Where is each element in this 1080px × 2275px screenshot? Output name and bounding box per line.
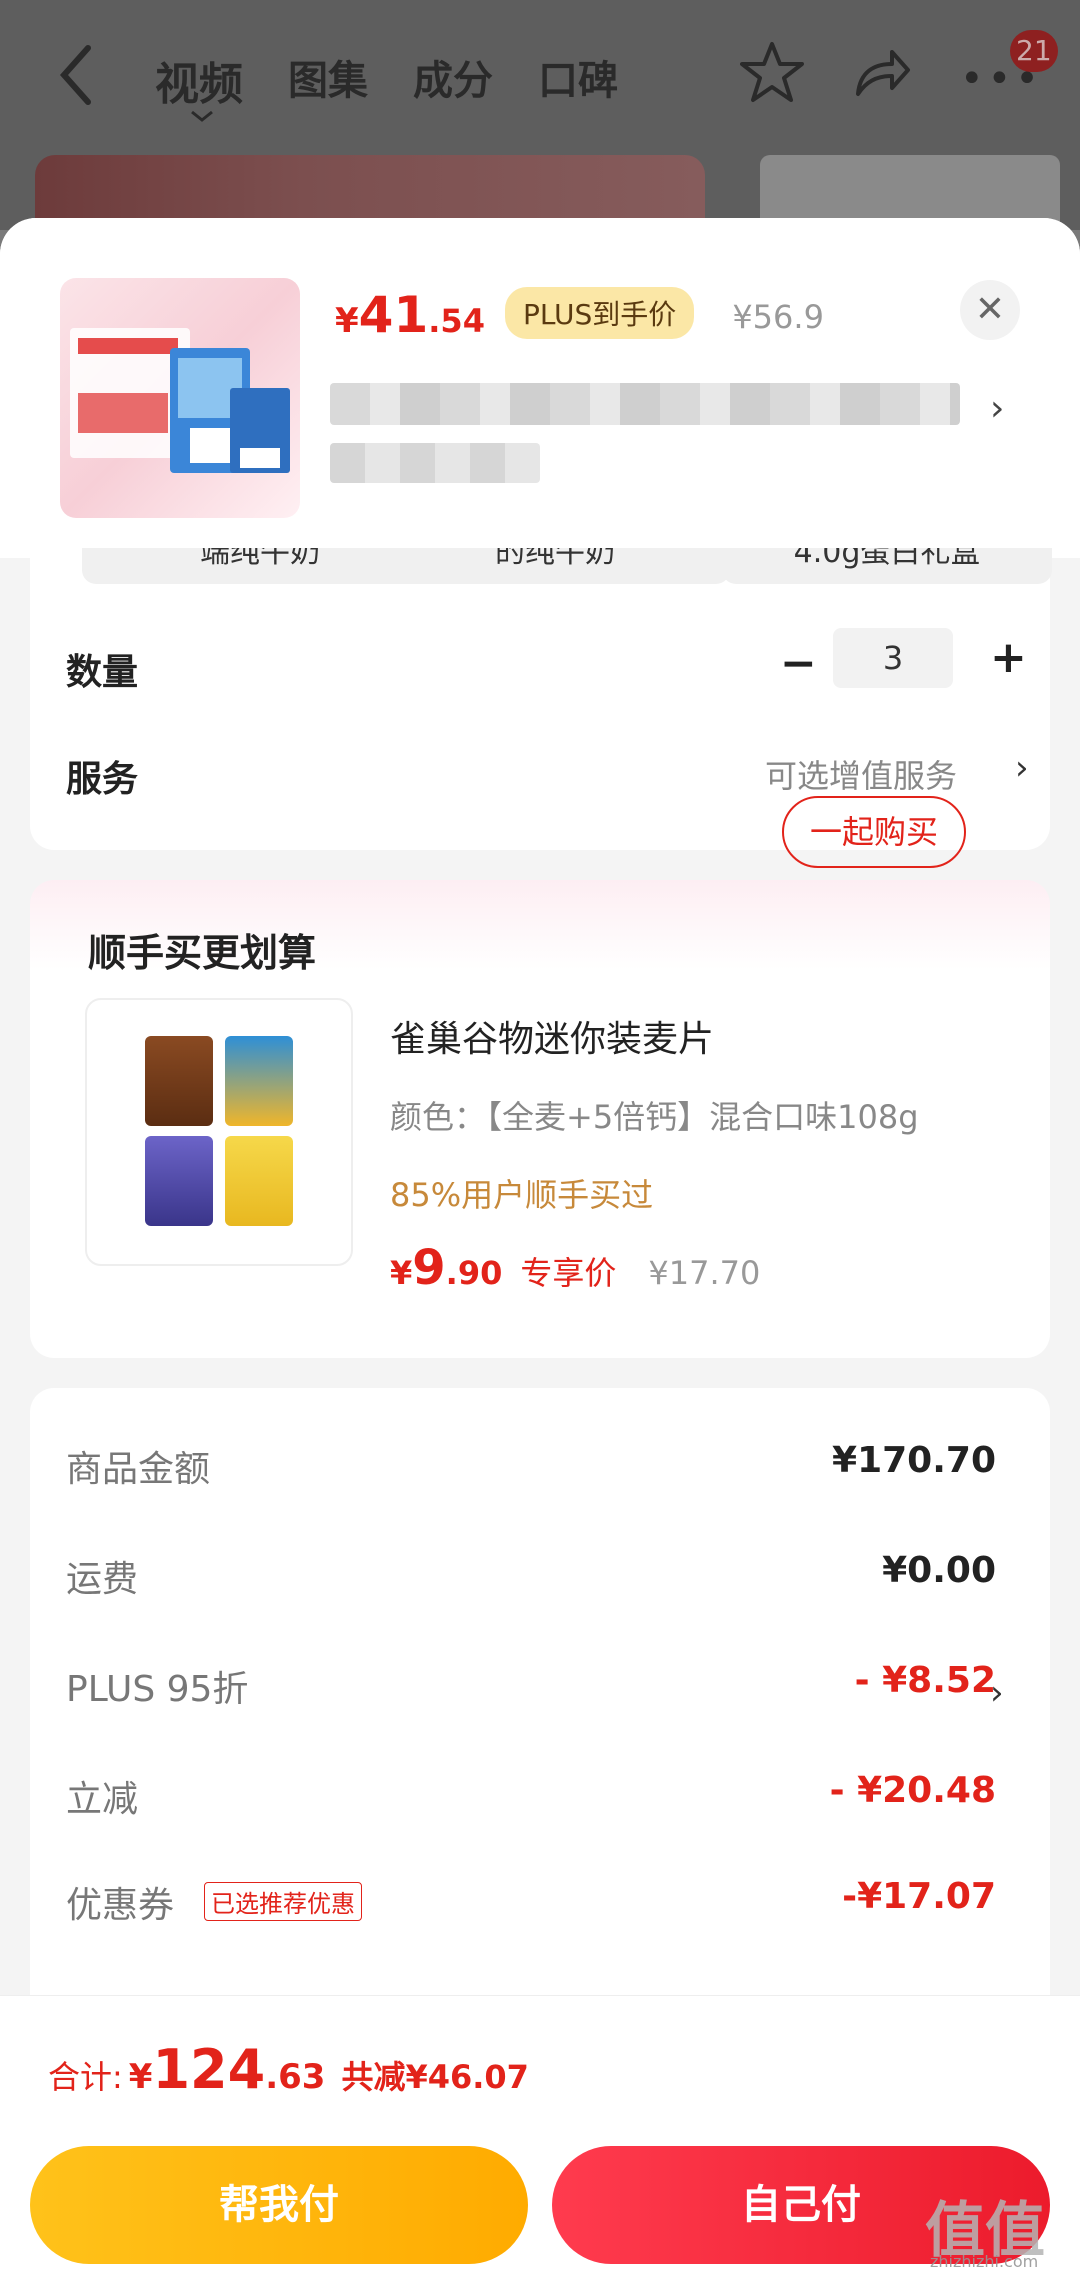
chevron-right-icon[interactable]: ›: [990, 1673, 1004, 1713]
tab-active-indicator: [191, 110, 213, 122]
price-decimal: .54: [428, 302, 485, 340]
buy-together-button[interactable]: 一起购买: [782, 796, 966, 868]
share-icon: [856, 50, 910, 96]
summary-value: - ¥8.52: [854, 1660, 996, 1701]
summary-value: -¥17.07: [842, 1876, 996, 1917]
service-option-link[interactable]: 可选增值服务: [765, 751, 957, 797]
chevron-right-icon[interactable]: ›: [1015, 748, 1029, 788]
product-thumbnail[interactable]: [60, 278, 300, 518]
close-icon: ✕: [974, 289, 1006, 330]
total-saved: 共减¥46.07: [341, 2058, 529, 2096]
plus-price-tag: PLUS到手价: [504, 287, 695, 339]
total-row: 合计: ¥ 124 .63 共减¥46.07: [48, 2038, 529, 2101]
product-header: ¥ 41 .54 PLUS到手价 ¥56.9 ✕ ›: [0, 218, 1080, 558]
combo-price-integer: 9: [412, 1240, 446, 1296]
summary-label: 商品金额: [66, 1449, 211, 1490]
milk-box-image: [70, 328, 290, 473]
product-price-row: ¥ 41 .54 PLUS到手价 ¥56.9: [335, 286, 824, 347]
combo-product-spec: 颜色：【全麦+5倍钙】混合口味108g: [390, 1098, 919, 1136]
quantity-increase-button[interactable]: +: [990, 632, 1027, 683]
spec-option-chip[interactable]: 的纯牛奶: [380, 548, 730, 584]
summary-row: 立减 - ¥20.48: [66, 1770, 996, 1820]
price-summary-card: 商品金额 ¥170.70 运费 ¥0.00 PLUS 95折 - ¥8.52 立…: [30, 1388, 1050, 2088]
summary-label: PLUS 95折: [66, 1669, 249, 1710]
tab-reviews: 口碑: [538, 58, 618, 104]
cereal-box: [225, 1036, 293, 1126]
summary-label: 运费: [66, 1559, 139, 1600]
chevron-right-icon[interactable]: ›: [990, 388, 1004, 429]
summary-row: PLUS 95折 - ¥8.52: [66, 1660, 996, 1710]
quantity-label: 数量: [66, 652, 139, 693]
price-currency: ¥: [335, 301, 359, 341]
notification-badge: 21: [1010, 30, 1058, 72]
tab-video: 视频: [155, 59, 243, 110]
summary-row: 商品金额 ¥170.70: [66, 1440, 996, 1490]
watermark-url: zhizhizhi.com: [930, 2252, 1039, 2271]
original-price: ¥56.9: [732, 298, 824, 336]
total-currency: ¥: [128, 2057, 153, 2097]
total-label: 合计:: [48, 2058, 123, 2096]
quantity-input[interactable]: 3: [833, 628, 953, 688]
close-button[interactable]: ✕: [960, 280, 1020, 340]
back-icon: [59, 45, 91, 105]
summary-label: 优惠券: [66, 1885, 175, 1926]
quantity-decrease-button[interactable]: −: [780, 638, 817, 689]
combo-title: 顺手买更划算: [88, 931, 317, 975]
service-label: 服务: [66, 759, 139, 800]
total-integer: 124: [152, 2038, 266, 2101]
purchase-sheet: ¥ 41 .54 PLUS到手价 ¥56.9 ✕ › 端纯牛奶 的纯牛奶 4.0…: [0, 218, 1080, 2275]
tab-gallery: 图集: [288, 58, 368, 104]
combo-purchase-stat: 85%用户顺手买过: [390, 1176, 654, 1214]
summary-value: ¥170.70: [832, 1440, 996, 1481]
spec-option-chip[interactable]: 4.0g蛋白礼盒: [722, 548, 1052, 584]
summary-row-coupon[interactable]: 优惠券 已选推荐优惠 -¥17.07: [66, 1876, 996, 1926]
combo-original-price: ¥17.70: [648, 1254, 761, 1292]
checkout-bar: 合计: ¥ 124 .63 共减¥46.07 帮我付 自己付: [0, 1995, 1080, 2275]
star-icon: [740, 42, 804, 102]
combo-product-image[interactable]: [85, 998, 353, 1266]
combo-price-currency: ¥: [390, 1254, 413, 1292]
combo-product-name[interactable]: 雀巢谷物迷你装麦片: [390, 1010, 714, 1062]
cereal-box: [225, 1136, 293, 1226]
price-integer: 41: [358, 286, 429, 344]
total-decimal: .63: [265, 2057, 326, 2097]
coupon-status-tag: 已选推荐优惠: [204, 1882, 362, 1921]
summary-value: - ¥20.48: [829, 1770, 996, 1811]
summary-value: ¥0.00: [882, 1550, 996, 1591]
combo-price-row: ¥ 9 .90 专享价 ¥17.70: [390, 1240, 760, 1296]
tab-ingredients: 成分: [413, 58, 493, 104]
help-me-pay-button[interactable]: 帮我付: [30, 2146, 528, 2264]
cereal-box: [145, 1036, 213, 1126]
combo-price-decimal: .90: [445, 1254, 503, 1292]
cereal-box: [145, 1136, 213, 1226]
combo-price-tag: 专享价: [520, 1254, 617, 1292]
summary-row: 运费 ¥0.00: [66, 1550, 996, 1600]
background-tabs: 视频 图集 成分 口碑: [155, 48, 618, 112]
summary-label: 立减: [66, 1779, 139, 1820]
product-title-blurred: [330, 383, 960, 425]
combo-card: 顺手买更划算 雀巢谷物迷你装麦片 颜色：【全麦+5倍钙】混合口味108g 85%…: [30, 880, 1050, 1358]
product-title-blurred-line2: [330, 443, 540, 483]
